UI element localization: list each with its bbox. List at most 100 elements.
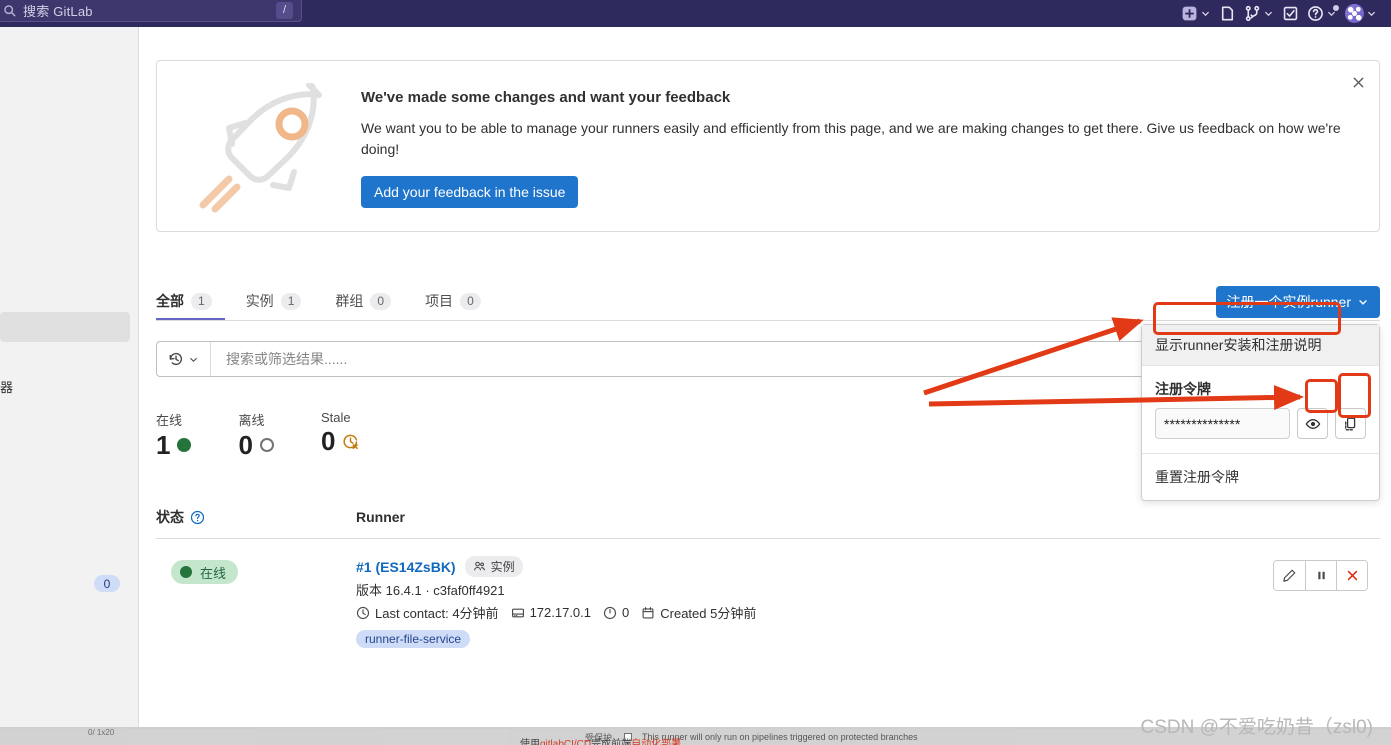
meta-last-contact: Last contact: 4分钟前	[356, 603, 499, 622]
tab-project-count: 0	[460, 292, 481, 310]
sidebar-badge-count: 0	[94, 575, 120, 592]
server-icon	[511, 608, 524, 617]
avatar	[1345, 4, 1364, 23]
search-icon	[4, 4, 16, 16]
history-icon	[169, 352, 183, 366]
background-corner-text: 0/ 1x20	[88, 728, 115, 737]
users-icon	[473, 561, 485, 571]
stale-clock-icon	[343, 434, 359, 449]
chevron-down-icon	[1265, 11, 1272, 17]
issues-button[interactable]	[1215, 0, 1240, 27]
meta-ip-text: 172.17.0.1	[529, 605, 592, 620]
recent-searches-dropdown[interactable]	[157, 342, 211, 376]
user-menu-button[interactable]	[1341, 0, 1381, 27]
runner-type-label: 实例	[490, 560, 515, 574]
sidebar-item-hovered[interactable]	[0, 312, 130, 342]
tab-instance[interactable]: 实例 1	[246, 282, 315, 320]
row-action-buttons	[1273, 560, 1368, 591]
eye-icon	[1305, 418, 1320, 429]
background-title-red: 自动化部署	[631, 739, 682, 745]
register-instance-runner-button[interactable]: 注册一个实例runner	[1215, 286, 1380, 318]
close-icon	[1353, 77, 1363, 87]
status-help-icon[interactable]	[190, 510, 205, 525]
search-placeholder: 搜索 GitLab	[23, 3, 93, 19]
column-header-runner: Runner	[356, 509, 405, 525]
add-feedback-button[interactable]: Add your feedback in the issue	[361, 176, 579, 208]
todo-check-icon	[1283, 6, 1298, 21]
tab-instance-label: 实例	[245, 293, 274, 309]
background-title-prefix: 使用	[520, 739, 540, 745]
search-input[interactable]: 搜索 GitLab /	[0, 0, 302, 22]
runner-tag: runner-file-service	[356, 630, 471, 648]
stat-online: 在线 1	[156, 410, 192, 460]
search-shortcut-badge: /	[276, 1, 293, 19]
sidebar-partial-glyph: 器	[0, 380, 14, 395]
show-installation-instructions-item[interactable]: 显示runner安装和注册说明	[1142, 325, 1379, 365]
issues-icon	[1221, 6, 1234, 21]
register-runner-dropdown: 显示runner安装和注册说明 注册令牌 ************** 重置注册…	[1141, 324, 1380, 501]
merge-requests-button[interactable]	[1240, 0, 1278, 27]
tab-group[interactable]: 群组 0	[335, 282, 404, 320]
copy-token-button[interactable]	[1335, 408, 1366, 439]
tab-project[interactable]: 项目 0	[425, 282, 494, 320]
banner-title: We've made some changes and want your fe…	[361, 89, 731, 106]
gitlab-app: 搜索 GitLab / 器 0 We've made some changes …	[0, 0, 1391, 727]
background-title-mid: 完成前端	[591, 739, 632, 745]
calendar-icon	[642, 606, 654, 618]
help-button[interactable]	[1303, 0, 1341, 27]
online-dot-icon	[177, 438, 192, 452]
meta-ip-address: 172.17.0.1	[511, 605, 591, 620]
registration-token-label: 注册令牌	[1155, 381, 1211, 397]
runner-title-line: #1 (ES14ZsBK) 实例	[356, 556, 762, 577]
pause-icon	[1317, 571, 1325, 580]
todos-button[interactable]	[1278, 0, 1303, 27]
reveal-token-button[interactable]	[1297, 408, 1328, 439]
copy-icon	[1344, 417, 1355, 430]
stat-offline-label: 离线	[238, 413, 265, 428]
registration-token-field[interactable]: **************	[1155, 408, 1290, 439]
meta-jobs-count: 0	[603, 605, 629, 620]
stat-offline-value: 0	[238, 430, 253, 460]
merge-request-icon	[1245, 5, 1260, 22]
runner-version: 版本 16.4.1 · c3faf0ff4921	[356, 583, 505, 598]
close-x-icon	[1347, 570, 1357, 581]
watermark: CSDN @不爱吃奶昔（zsl0)	[1140, 717, 1373, 738]
stat-stale: Stale 0	[321, 410, 359, 458]
runner-status-summary: 在线 1 离线 0 Stale 0	[156, 410, 406, 458]
column-header-status-label: 状态	[156, 509, 184, 525]
clock-icon	[356, 606, 370, 619]
left-sidebar: 器 0	[0, 27, 139, 727]
pause-runner-button[interactable]	[1305, 561, 1336, 590]
meta-last-contact-text: Last contact: 4分钟前	[375, 606, 499, 621]
tab-group-label: 群组	[335, 293, 364, 309]
stat-stale-value: 0	[320, 426, 336, 456]
reset-registration-token-item[interactable]: 重置注册令牌	[1142, 454, 1379, 500]
meta-created-text: Created 5分钟前	[660, 606, 757, 621]
new-item-button[interactable]	[1177, 0, 1215, 27]
chevron-down-icon	[1328, 11, 1335, 17]
banner-body: We've made some changes and want your fe…	[361, 89, 1361, 208]
runner-scope-tabs: 全部 1 实例 1 群组 0 项目 0	[156, 282, 1380, 321]
delete-runner-button[interactable]	[1336, 561, 1367, 590]
offline-circle-icon	[259, 438, 274, 452]
chevron-down-icon	[1359, 300, 1367, 305]
edit-runner-button[interactable]	[1274, 561, 1305, 590]
runner-link[interactable]: #1 (ES14ZsBK)	[356, 559, 456, 575]
screenshot-root: 受保护 This runner will only run on pipelin…	[0, 0, 1391, 745]
help-circle-icon	[1308, 6, 1323, 21]
background-title-link: gitlabCI/CD	[540, 739, 592, 745]
main-content: We've made some changes and want your fe…	[139, 27, 1391, 727]
banner-description: We want you to be able to manage your ru…	[361, 120, 1341, 157]
runner-meta: Last contact: 4分钟前 172.17.0.1 0 Created …	[356, 603, 762, 622]
registration-token-section: 注册令牌 **************	[1142, 366, 1379, 453]
meta-created: Created 5分钟前	[641, 603, 756, 622]
stat-online-value: 1	[156, 430, 171, 460]
tab-all[interactable]: 全部 1	[156, 282, 225, 320]
tab-all-label: 全部	[156, 293, 184, 309]
online-dot-icon	[180, 566, 192, 578]
top-navbar: 搜索 GitLab /	[0, 0, 1391, 27]
pencil-icon	[1283, 569, 1296, 582]
gauge-icon	[603, 606, 617, 619]
tab-project-label: 项目	[425, 293, 454, 309]
chevron-down-icon	[1202, 11, 1209, 17]
